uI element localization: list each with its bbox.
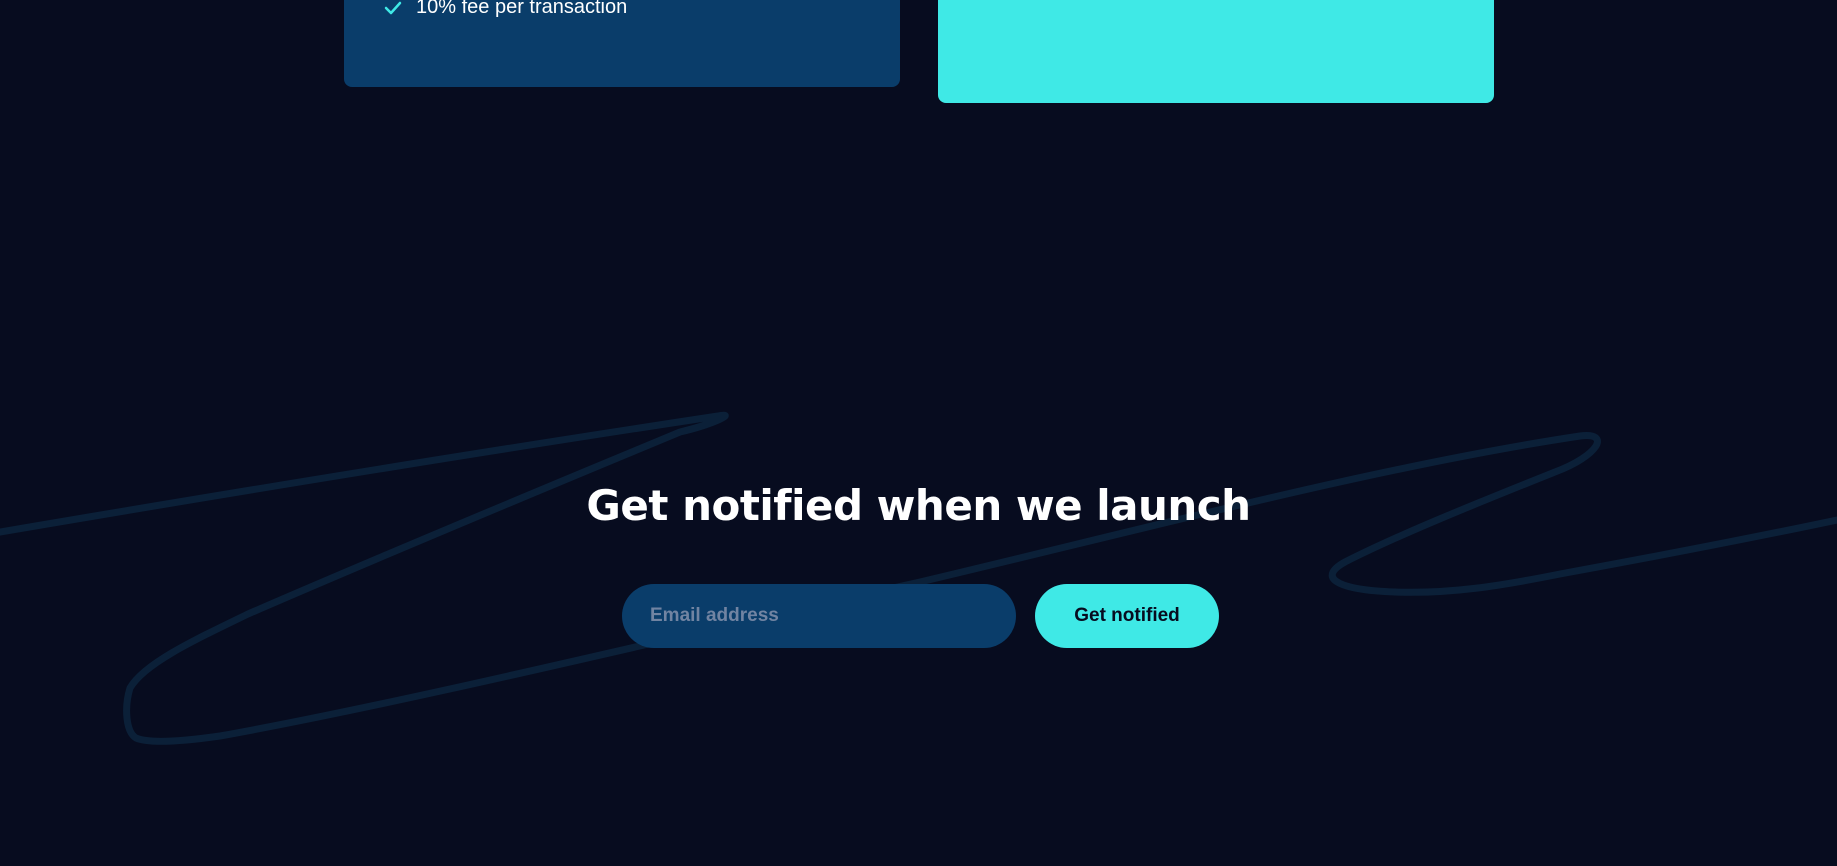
decorative-squiggle [0, 411, 1837, 745]
get-notified-button[interactable]: Get notified [1035, 584, 1219, 648]
notify-title: Get notified when we launch [586, 481, 1251, 530]
check-icon [384, 0, 402, 17]
email-input[interactable] [622, 584, 1016, 648]
premium-plan-card [938, 0, 1494, 103]
notify-form: Get notified [622, 584, 1219, 648]
feature-item: 10% fee per transaction [384, 0, 627, 19]
notify-section: Get notified when we launch Get notified [0, 480, 1837, 648]
page: 10% fee per transaction Get notified whe… [0, 0, 1837, 866]
feature-text: 10% fee per transaction [416, 0, 628, 18]
basic-plan-card: 10% fee per transaction [344, 0, 900, 87]
